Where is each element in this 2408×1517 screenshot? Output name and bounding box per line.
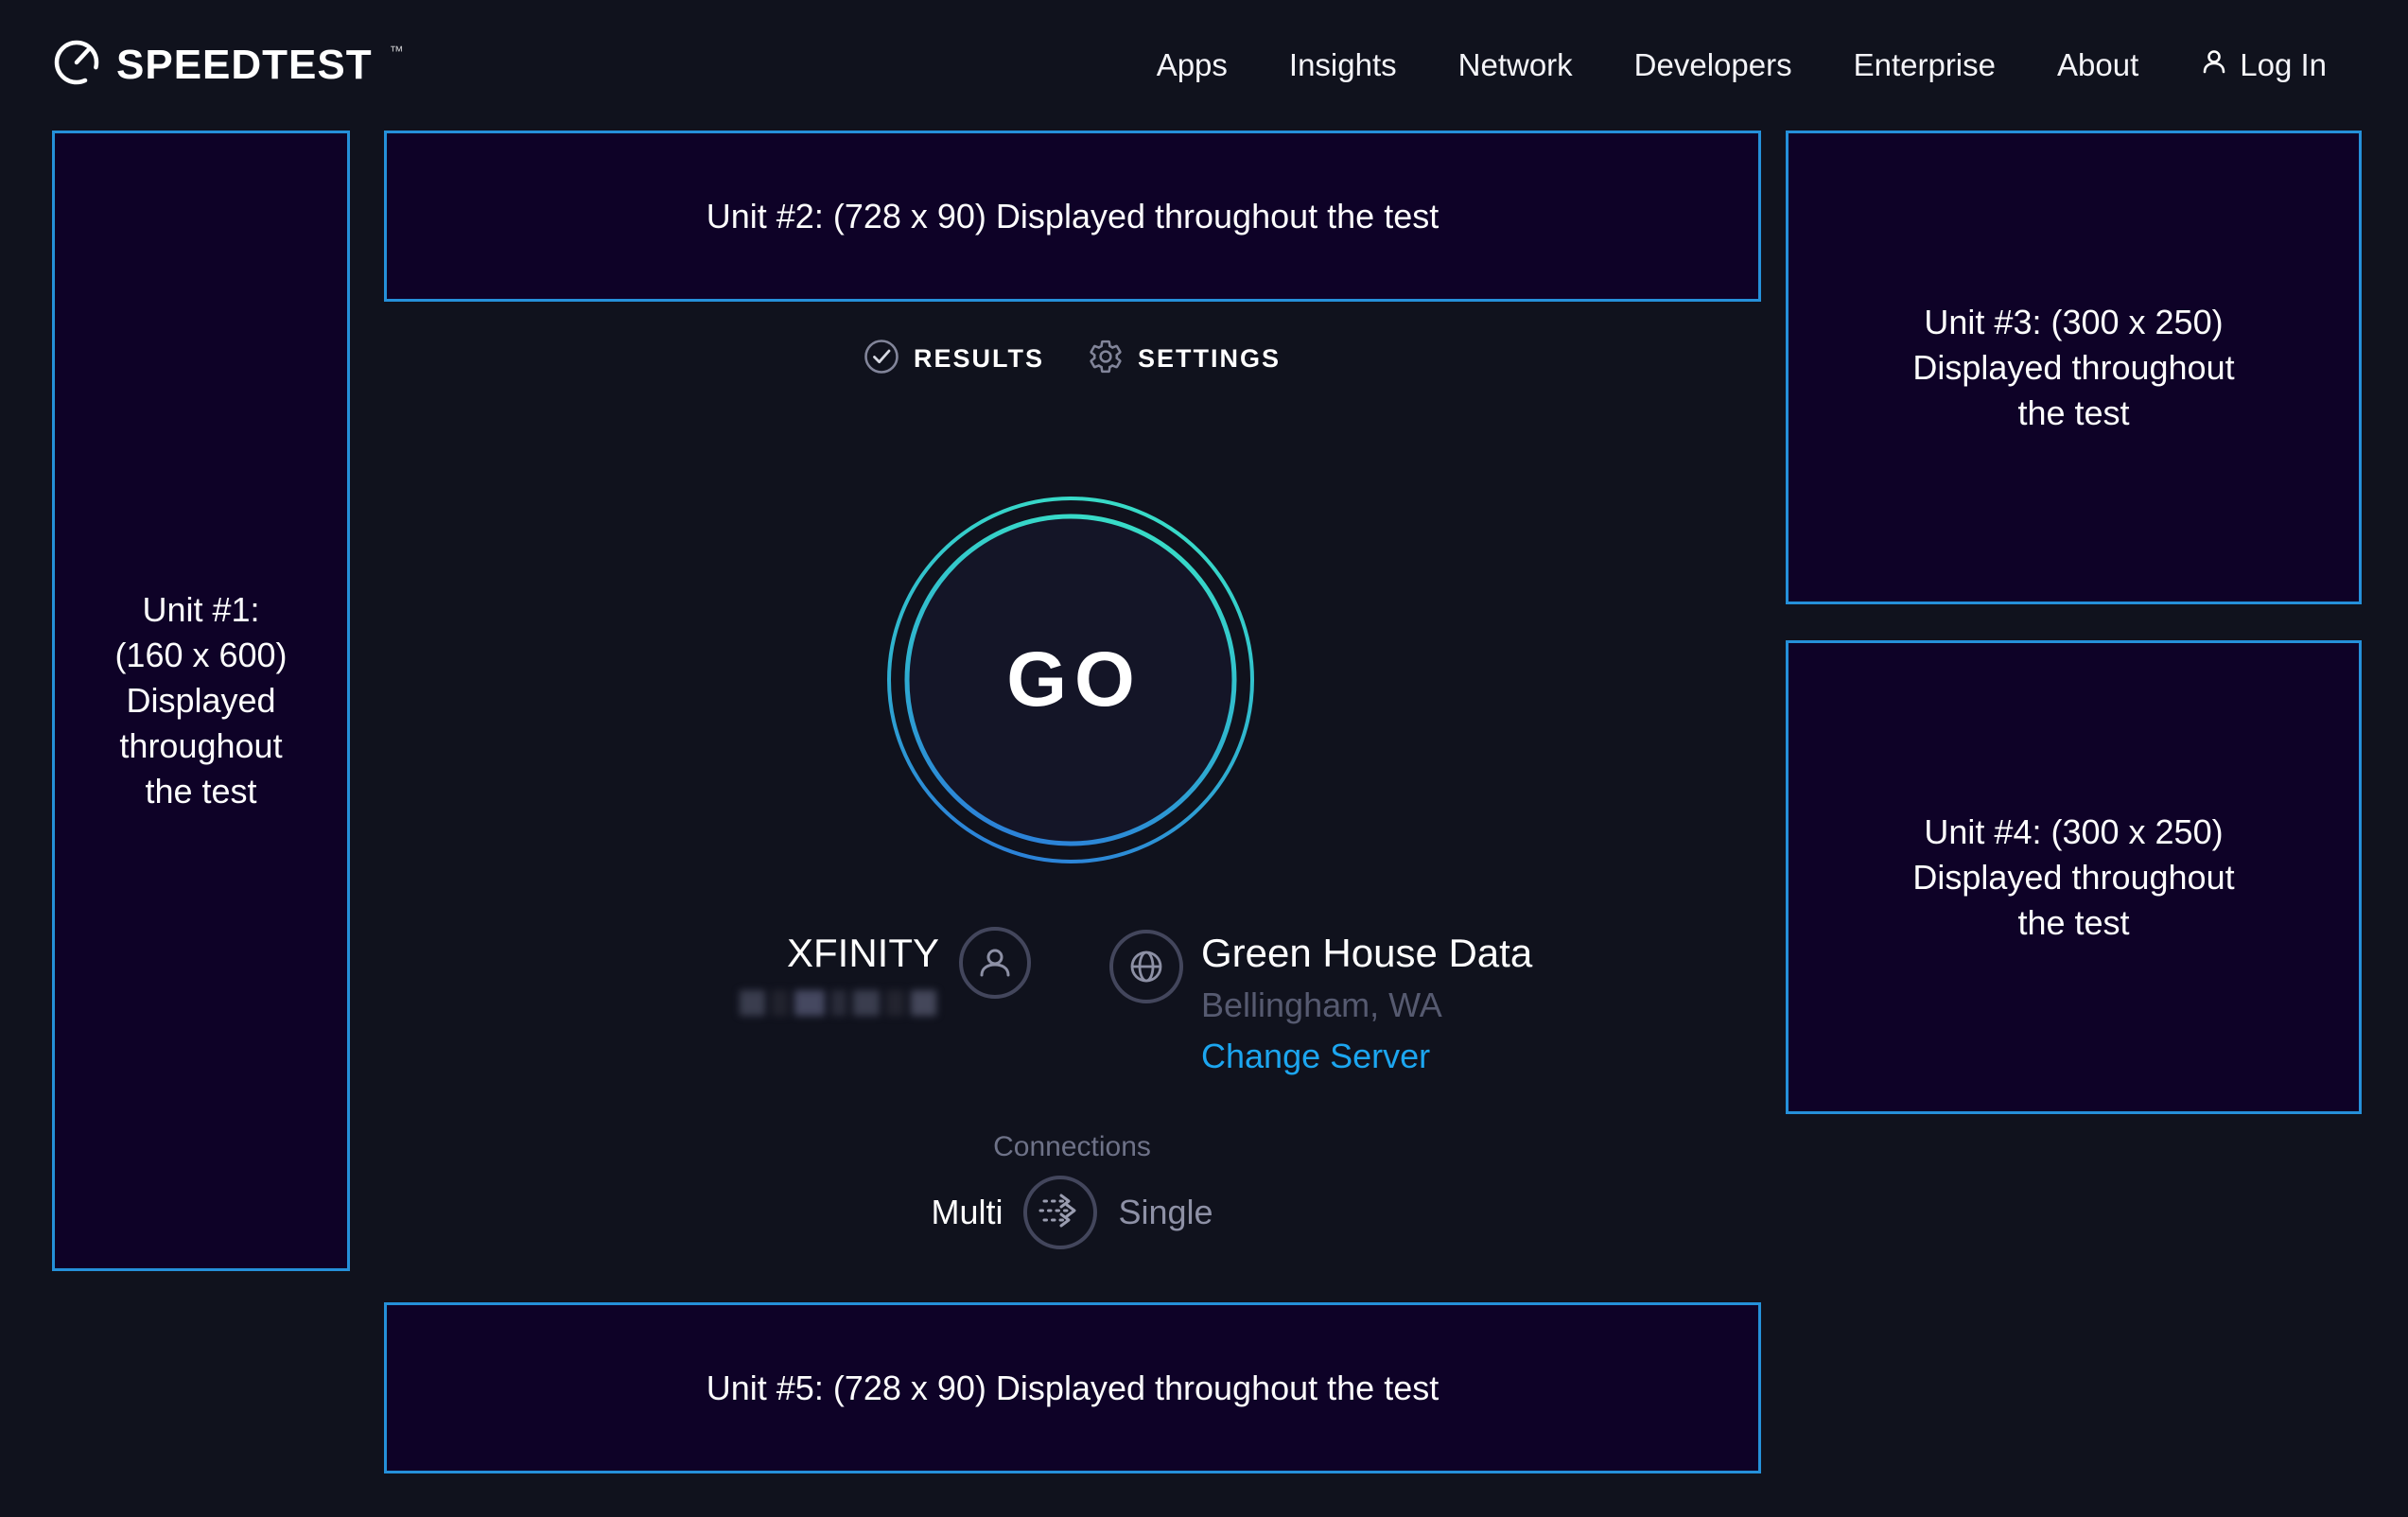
nav-item-insights[interactable]: Insights (1289, 47, 1397, 83)
tab-settings[interactable]: SETTINGS (1088, 339, 1281, 379)
user-icon (2200, 47, 2228, 83)
ad-text-line: throughout (119, 724, 282, 769)
tab-results-label: RESULTS (914, 344, 1044, 374)
ad-unit-4-rectangle[interactable]: Unit #4: (300 x 250) Displayed throughou… (1786, 640, 2362, 1114)
ad-text-line: Displayed (126, 678, 275, 724)
isp-user-icon[interactable] (959, 927, 1031, 999)
main-nav: Apps Insights Network Developers Enterpr… (1157, 0, 2327, 131)
nav-item-about[interactable]: About (2057, 47, 2138, 83)
connections-single-option[interactable]: Single (1118, 1193, 1213, 1232)
login-label: Log In (2240, 47, 2327, 83)
ad-unit-5-leaderboard[interactable]: Unit #5: (728 x 90) Displayed throughout… (384, 1302, 1761, 1473)
ad-text-line: the test (145, 769, 256, 814)
login-button[interactable]: Log In (2200, 47, 2327, 83)
ad-unit-1-skyscraper[interactable]: Unit #1: (160 x 600) Displayed throughou… (52, 131, 350, 1271)
top-nav-bar: SPEEDTEST ™ Apps Insights Network Develo… (0, 0, 2408, 131)
ad-text-line: Unit #2: (728 x 90) Displayed throughout… (707, 194, 1439, 239)
ad-text-line: Unit #3: (300 x 250) (1924, 300, 2223, 345)
ad-text-line: Displayed throughout (1912, 855, 2234, 900)
ad-text-line: the test (2017, 900, 2129, 946)
ad-unit-2-leaderboard[interactable]: Unit #2: (728 x 90) Displayed throughout… (384, 131, 1761, 302)
connections-label: Connections (384, 1131, 1760, 1163)
multi-connections-icon (1027, 1177, 1093, 1248)
results-settings-tabs: RESULTS SETTINGS (384, 339, 1760, 379)
connections-multi-option[interactable]: Multi (931, 1193, 1003, 1232)
logo-text: SPEEDTEST (116, 42, 373, 89)
gauge-icon (52, 38, 101, 92)
nav-item-developers[interactable]: Developers (1634, 47, 1792, 83)
ad-text-line: (160 x 600) (114, 633, 287, 678)
ad-text-line: the test (2017, 391, 2129, 436)
nav-item-enterprise[interactable]: Enterprise (1854, 47, 1996, 83)
check-circle-icon (864, 339, 899, 379)
go-button[interactable]: GO (886, 496, 1255, 864)
redacted-ip (740, 990, 936, 1016)
server-name: Green House Data (1201, 931, 1532, 976)
tab-settings-label: SETTINGS (1138, 344, 1281, 374)
connections-toggle-button[interactable] (1023, 1176, 1097, 1249)
connections-toggle-row: Multi Single (384, 1176, 1760, 1249)
ad-text-line: Displayed throughout (1912, 345, 2234, 391)
ad-unit-3-rectangle[interactable]: Unit #3: (300 x 250) Displayed throughou… (1786, 131, 2362, 604)
tab-results[interactable]: RESULTS (864, 339, 1044, 379)
speedtest-logo[interactable]: SPEEDTEST ™ (52, 38, 404, 92)
ad-text-line: Unit #4: (300 x 250) (1924, 810, 2223, 855)
server-globe-icon[interactable] (1109, 930, 1183, 1003)
logo-trademark: ™ (390, 44, 404, 60)
nav-item-apps[interactable]: Apps (1157, 47, 1228, 83)
nav-item-network[interactable]: Network (1458, 47, 1573, 83)
ad-text-line: Unit #5: (728 x 90) Displayed throughout… (707, 1366, 1439, 1411)
isp-name: XFINITY (605, 931, 939, 976)
gear-icon (1088, 339, 1124, 379)
server-location: Bellingham, WA (1201, 985, 1442, 1025)
ad-text-line: Unit #1: (142, 587, 259, 633)
change-server-link[interactable]: Change Server (1201, 1037, 1430, 1076)
go-button-label: GO (886, 496, 1255, 864)
